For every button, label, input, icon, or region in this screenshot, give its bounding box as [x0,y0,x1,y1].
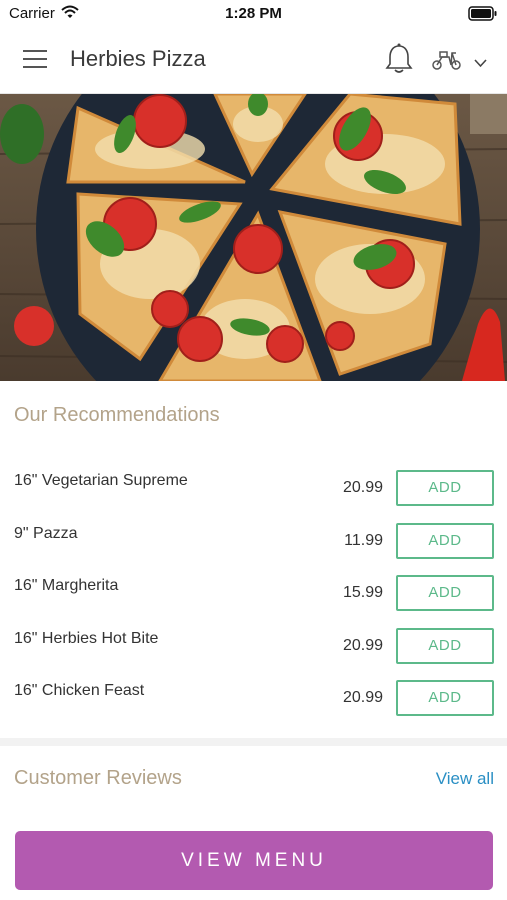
add-button[interactable]: ADD [396,575,494,611]
hamburger-menu-icon[interactable] [23,49,47,74]
add-button[interactable]: ADD [396,680,494,716]
list-item: 16" Vegetarian Supreme 20.99 ADD [0,460,507,512]
item-name: 16" Chicken Feast [14,682,145,699]
add-button[interactable]: ADD [396,470,494,506]
app-header: Herbies Pizza [0,28,507,94]
recommendations-title: Our Recommendations [14,404,220,426]
list-item: 9" Pazza 11.99 ADD [0,513,507,565]
bell-icon[interactable] [385,43,413,80]
app-title: Herbies Pizza [70,46,206,71]
view-menu-button[interactable]: VIEW MENU [15,831,493,890]
item-name: 9" Pazza [14,525,78,542]
add-button[interactable]: ADD [396,523,494,559]
status-time: 1:28 PM [225,5,282,22]
item-price: 11.99 [344,532,383,549]
section-divider [0,738,507,746]
status-bar: Carrier 1:28 PM [0,0,507,28]
item-name: 16" Vegetarian Supreme [14,472,188,489]
add-button[interactable]: ADD [396,628,494,664]
item-price: 20.99 [342,637,383,654]
battery-icon [468,6,498,26]
scooter-icon[interactable] [431,48,463,75]
reviews-title: Customer Reviews [14,767,182,789]
pizza-illustration [0,94,507,381]
item-price: 20.99 [342,689,383,706]
item-name: 16" Herbies Hot Bite [14,630,159,647]
item-price: 15.99 [342,584,383,601]
hero-pizza-image [0,94,507,381]
item-name: 16" Margherita [14,577,119,594]
item-price: 20.99 [342,479,383,496]
list-item: 16" Herbies Hot Bite 20.99 ADD [0,618,507,670]
list-item: 16" Chicken Feast 20.99 ADD [0,670,507,722]
view-all-reviews-link[interactable]: View all [436,769,494,789]
list-item: 16" Margherita 15.99 ADD [0,565,507,617]
chevron-down-icon[interactable] [474,55,487,73]
